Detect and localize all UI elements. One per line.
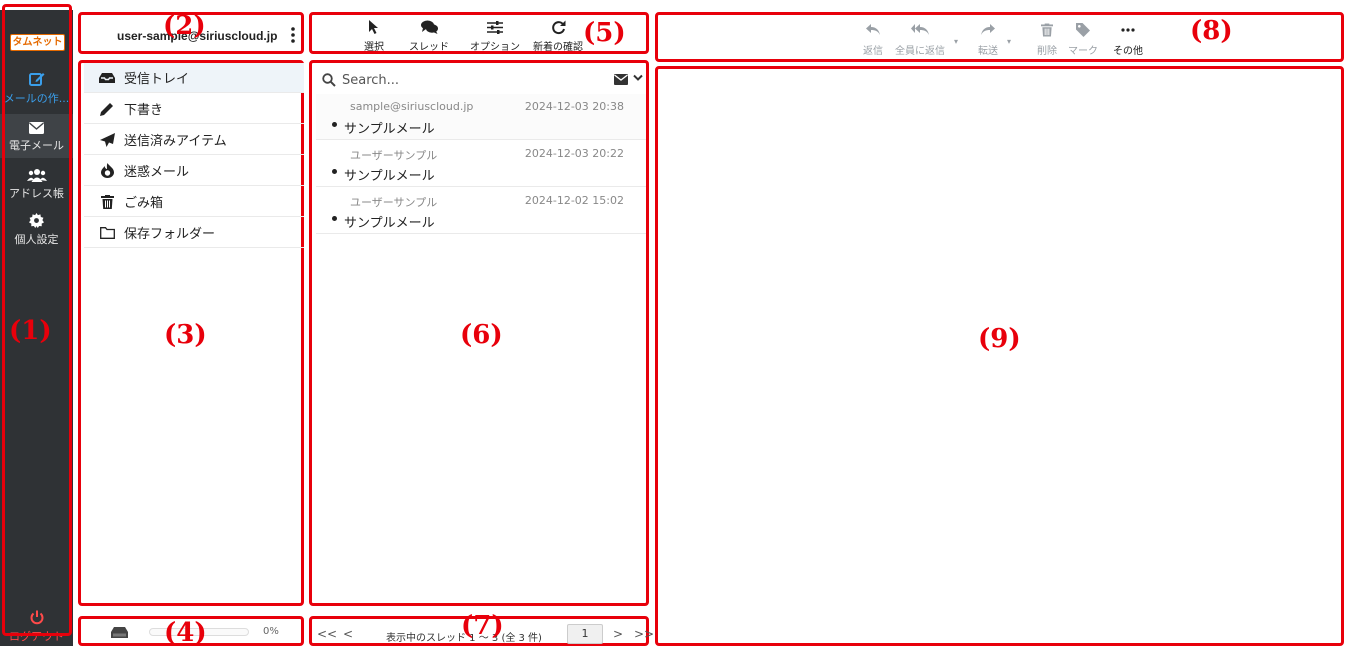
annotation-label-8: (8) (1190, 16, 1233, 46)
folder-label: 迷惑メール (124, 165, 190, 180)
more-label: その他 (1113, 46, 1143, 57)
options-button[interactable]: オプション (470, 18, 520, 53)
envelope-icon[interactable] (614, 74, 628, 85)
message-from: sample@siriuscloud.jp (350, 100, 474, 113)
message-from: ユーザーサンプル (350, 149, 438, 162)
search-input[interactable] (342, 70, 592, 90)
reply-label: 返信 (863, 46, 883, 57)
folder-sent[interactable]: 送信済みアイテム (84, 125, 304, 155)
message-date: 2024-12-02 15:02 (524, 194, 624, 207)
message-date: 2024-12-03 20:22 (524, 147, 624, 160)
forward-icon (978, 21, 998, 39)
mark-button[interactable]: マーク (1068, 21, 1098, 57)
drive-icon (111, 627, 128, 638)
inbox-icon (98, 72, 116, 84)
select-label: 選択 (364, 42, 384, 53)
threads-label: スレッド (409, 42, 449, 53)
paper-plane-icon (98, 132, 116, 147)
folder-label: 送信済みアイテム (124, 134, 227, 149)
message-row[interactable]: sample@siriuscloud.jp 2024-12-03 20:38 サ… (316, 94, 646, 140)
search-bar (316, 66, 646, 94)
first-page-button[interactable]: << (317, 627, 337, 641)
comments-icon (409, 18, 449, 36)
folder-label: ごみ箱 (124, 196, 164, 211)
reply-icon (863, 21, 883, 39)
unread-dot-icon (332, 122, 337, 127)
reply-button[interactable]: 返信 (863, 21, 883, 57)
reply-all-label: 全員に返信 (895, 46, 945, 57)
message-subject: サンプルメール (344, 169, 435, 184)
pencil-icon (98, 102, 116, 116)
chevron-down-icon[interactable] (633, 74, 643, 82)
annotation-label-2: (2) (163, 11, 206, 41)
check-mail-button[interactable]: 新着の確認 (533, 18, 583, 53)
folder-trash[interactable]: ごみ箱 (84, 187, 304, 217)
unread-dot-icon (332, 169, 337, 174)
threads-button[interactable]: スレッド (409, 18, 449, 53)
prev-page-button[interactable]: < (343, 627, 353, 641)
delete-label: 削除 (1037, 46, 1057, 57)
reply-all-icon (895, 21, 945, 39)
more-button[interactable]: その他 (1113, 21, 1143, 57)
folder-inbox[interactable]: 受信トレイ (84, 63, 304, 93)
reply-all-dropdown-icon[interactable]: ▾ (954, 37, 958, 46)
message-toolbar: 返信 全員に返信 ▾ 転送 ▾ 削除 マーク その他 (655, 12, 1344, 62)
folder-label: 受信トレイ (124, 72, 190, 87)
annotation-label-1: (1) (9, 316, 52, 346)
folder-junk[interactable]: 迷惑メール (84, 156, 304, 186)
message-subject: サンプルメール (344, 216, 435, 231)
reply-all-button[interactable]: 全員に返信 (895, 21, 945, 57)
annotation-label-6: (6) (460, 320, 503, 350)
more-icon (1113, 21, 1143, 39)
fire-icon (98, 163, 116, 178)
search-icon (322, 73, 336, 87)
mark-label: マーク (1068, 46, 1098, 57)
folder-drafts[interactable]: 下書き (84, 94, 304, 124)
forward-button[interactable]: 転送 (978, 21, 998, 57)
annotation-label-9: (9) (978, 324, 1021, 354)
message-preview-pane (655, 66, 1344, 646)
next-page-button[interactable]: > (613, 627, 623, 641)
message-subject: サンプルメール (344, 122, 435, 137)
page-number-input[interactable]: 1 (567, 624, 603, 644)
tag-icon (1068, 21, 1098, 39)
sliders-icon (470, 18, 520, 36)
quota-percent: 0% (263, 626, 279, 637)
message-row[interactable]: ユーザーサンプル 2024-12-02 15:02 サンプルメール (316, 188, 646, 234)
delete-button[interactable]: 削除 (1037, 21, 1057, 57)
check-mail-label: 新着の確認 (533, 42, 583, 53)
annotation-label-3: (3) (164, 320, 207, 350)
annotation-label-4: (4) (164, 618, 207, 646)
annotation-label-5: (5) (583, 18, 626, 48)
last-page-button[interactable]: >> (634, 627, 654, 641)
folder-label: 下書き (124, 103, 164, 118)
options-label: オプション (470, 42, 520, 53)
forward-label: 転送 (978, 46, 998, 57)
folder-icon (98, 226, 116, 239)
trash-icon (1037, 21, 1057, 39)
message-row[interactable]: ユーザーサンプル 2024-12-03 20:22 サンプルメール (316, 141, 646, 187)
refresh-icon (533, 18, 583, 36)
select-button[interactable]: 選択 (364, 18, 384, 53)
unread-dot-icon (332, 216, 337, 221)
annotation-label-7: (7) (461, 611, 504, 641)
folder-archive[interactable]: 保存フォルダー (84, 218, 304, 248)
kebab-menu-icon[interactable] (291, 27, 295, 43)
message-date: 2024-12-03 20:38 (524, 100, 624, 113)
folder-label: 保存フォルダー (124, 227, 216, 242)
trash-icon (98, 194, 116, 209)
cursor-icon (364, 18, 384, 36)
forward-dropdown-icon[interactable]: ▾ (1007, 37, 1011, 46)
message-from: ユーザーサンプル (350, 196, 438, 209)
